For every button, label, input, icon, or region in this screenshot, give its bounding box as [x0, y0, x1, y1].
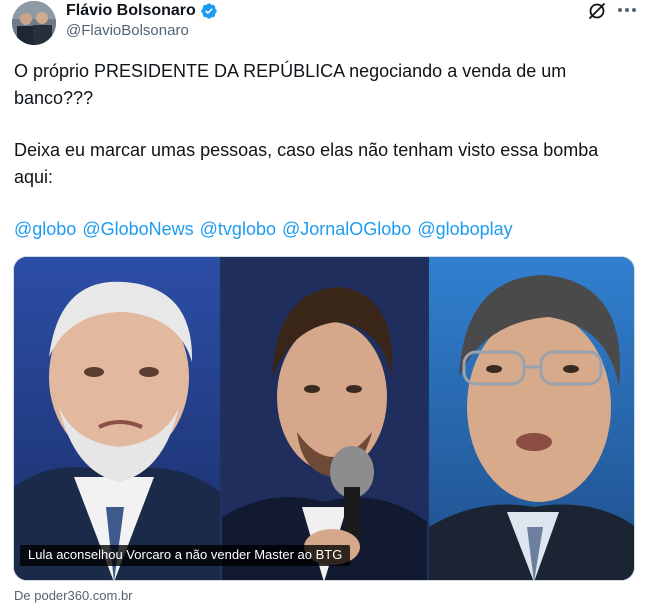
media-caption: Lula aconselhou Vorcaro a não vender Mas… [20, 545, 351, 566]
media-source-link[interactable]: De poder360.com.br [14, 588, 133, 603]
grok-button[interactable] [585, 0, 609, 22]
media-photo-left [14, 257, 220, 580]
author-display-name[interactable]: Flávio Bolsonaro [66, 2, 196, 20]
media-photo-center [222, 257, 427, 580]
grok-icon [589, 3, 605, 19]
author-handle[interactable]: @FlavioBolsonaro [66, 22, 189, 39]
author-avatar[interactable] [12, 1, 56, 45]
tweet-header: Flávio Bolsonaro @FlavioBolsonaro [0, 0, 650, 50]
verified-badge-icon[interactable] [200, 2, 218, 20]
tweet-paragraph-1: O próprio PRESIDENTE DA REPÚBLICA negoci… [14, 61, 567, 108]
tweet-media[interactable] [13, 256, 635, 581]
mentions-row: @globo @GloboNews @tvglobo @JornalOGlobo… [14, 216, 513, 243]
author-name-row: Flávio Bolsonaro [66, 0, 218, 22]
mention-link[interactable]: @globo [14, 216, 76, 243]
more-icon [618, 8, 636, 12]
mention-link[interactable]: @tvglobo [200, 216, 276, 243]
media-photo-right [429, 257, 634, 580]
mention-link[interactable]: @JornalOGlobo [282, 216, 411, 243]
more-options-button[interactable] [614, 0, 640, 20]
mention-link[interactable]: @GloboNews [82, 216, 193, 243]
tweet-paragraph-2: Deixa eu marcar umas pessoas, caso elas … [14, 140, 599, 187]
mention-link[interactable]: @globoplay [417, 216, 512, 243]
